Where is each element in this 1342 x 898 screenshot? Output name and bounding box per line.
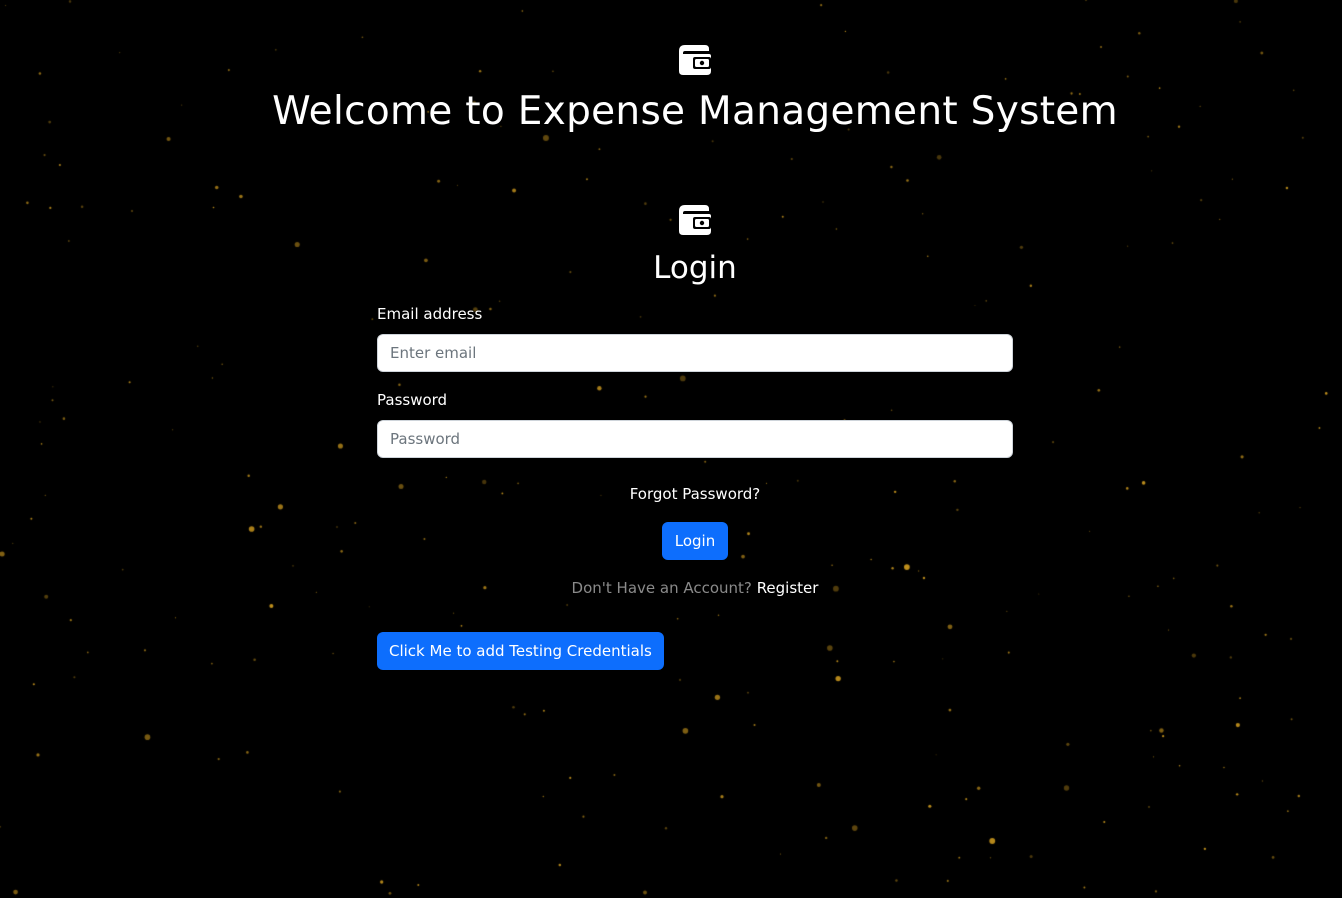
email-label: Email address — [377, 305, 483, 323]
forgot-password-link[interactable]: Forgot Password? — [0, 482, 1342, 506]
login-button[interactable]: Login — [662, 522, 728, 560]
email-input[interactable] — [377, 334, 1013, 372]
email-group: Email address — [377, 302, 1013, 372]
register-prompt: Don't Have an Account? Register — [0, 576, 1342, 600]
page-title: Welcome to Expense Management System — [272, 89, 1118, 134]
wallet-icon — [679, 205, 711, 235]
wallet-icon — [679, 45, 711, 75]
testing-credentials-button[interactable]: Click Me to add Testing Credentials — [377, 632, 664, 670]
password-label: Password — [377, 391, 448, 409]
no-account-text: Don't Have an Account? — [571, 579, 752, 597]
login-page: Welcome to Expense Management System Log… — [0, 0, 1342, 898]
login-heading: Login — [653, 250, 737, 286]
password-group: Password — [377, 388, 1013, 458]
password-input[interactable] — [377, 420, 1013, 458]
register-link[interactable]: Register — [757, 579, 819, 597]
